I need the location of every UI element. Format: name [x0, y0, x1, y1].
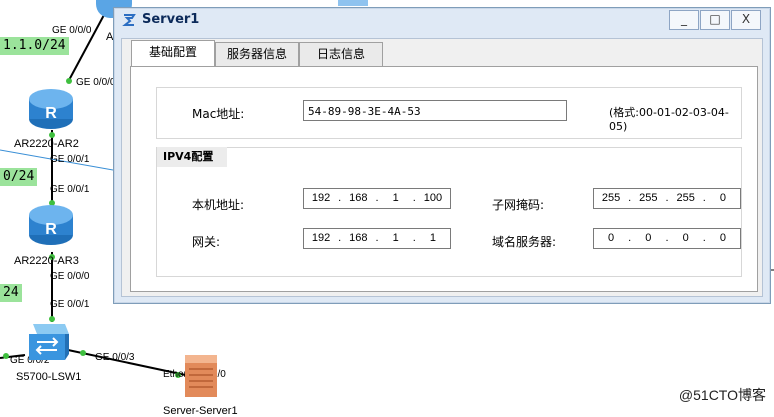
mac-group: Mac地址: 54-89-98-3E-4A-53 (格式:00-01-02-03… [156, 87, 742, 139]
ip-octet: 100 [423, 192, 443, 204]
router-icon[interactable]: R [27, 85, 75, 133]
octet-separator: . [628, 192, 632, 204]
gateway-octet: 168 [349, 232, 368, 244]
device-label: AR2220-AR3 [14, 255, 79, 267]
network-label: 0/24 [0, 168, 38, 186]
server1-window[interactable]: Server1 _ □ X 基础配置 服务器信息 日志信息 Mac地址: 54-… [113, 7, 771, 304]
ip-address-label: 本机地址: [192, 198, 245, 212]
dns-octet: 0 [645, 232, 652, 244]
ip-address-field[interactable]: 192. 168. 1. 100 [303, 188, 451, 209]
mask-octet: 255 [639, 192, 658, 204]
octet-separator: . [412, 192, 416, 204]
mask-octet: 255 [676, 192, 695, 204]
port-label: GE 0/0/0 [50, 271, 90, 282]
ip-octet: 168 [349, 192, 368, 204]
watermark: @51CTO博客 [678, 387, 766, 403]
mac-address-field[interactable]: 54-89-98-3E-4A-53 [303, 100, 567, 121]
device-label: Server-Server1 [163, 405, 238, 417]
port-label: GE 0/0/0 [76, 77, 116, 88]
port-label: GE 0/0/1 [50, 299, 90, 310]
switch-icon[interactable] [25, 320, 71, 366]
tab-panel-basic-config: Mac地址: 54-89-98-3E-4A-53 (格式:00-01-02-03… [130, 66, 758, 292]
gateway-octet: 1 [392, 232, 399, 244]
link-status-dot [66, 78, 72, 84]
title-bar[interactable]: Server1 _ □ X [114, 8, 770, 32]
octet-separator: . [412, 232, 416, 244]
dns-server-label: 域名服务器: [492, 235, 557, 249]
ip-octet: 1 [392, 192, 399, 204]
octet-separator: . [375, 232, 379, 244]
mac-label: Mac地址: [192, 107, 245, 121]
minimize-button[interactable]: _ [669, 10, 699, 30]
gateway-octet: 192 [311, 232, 331, 244]
server-icon[interactable] [183, 353, 221, 399]
gateway-label: 网关: [192, 235, 221, 249]
port-label: GE 0/0/1 [50, 184, 90, 195]
octet-separator: . [702, 232, 706, 244]
device-icon[interactable] [338, 0, 368, 6]
window-title: Server1 [142, 12, 200, 27]
router-icon[interactable]: R [27, 201, 75, 249]
port-label: GE 0/0/1 [50, 154, 90, 165]
window-client-area: 基础配置 服务器信息 日志信息 Mac地址: 54-89-98-3E-4A-53… [121, 38, 763, 297]
device-label: S5700-LSW1 [16, 371, 82, 383]
ip-octet: 192 [311, 192, 331, 204]
octet-separator: . [375, 192, 379, 204]
octet-separator: . [702, 192, 706, 204]
svg-text:R: R [45, 221, 57, 238]
ipv4-section-header: IPV4配置 [157, 147, 227, 167]
mask-octet: 255 [601, 192, 621, 204]
octet-separator: . [628, 232, 632, 244]
octet-separator: . [665, 232, 669, 244]
gateway-field[interactable]: 192. 168. 1. 1 [303, 228, 451, 249]
dns-octet: 0 [719, 232, 726, 244]
app-icon [122, 14, 136, 26]
octet-separator: . [338, 232, 342, 244]
gateway-octet: 1 [429, 232, 436, 244]
svg-text:R: R [45, 105, 57, 122]
device-label: AR2220-AR2 [14, 138, 79, 150]
dns-server-field[interactable]: 0. 0. 0. 0 [593, 228, 741, 249]
network-label: 1.1.0/24 [0, 37, 69, 55]
maximize-button[interactable]: □ [700, 10, 730, 30]
tab-basic-config[interactable]: 基础配置 [131, 40, 215, 67]
link-status-dot [3, 353, 9, 359]
dns-octet: 0 [607, 232, 615, 244]
mask-octet: 0 [719, 192, 726, 204]
tab-server-info[interactable]: 服务器信息 [215, 42, 299, 66]
port-label: GE 0/0/3 [95, 352, 135, 363]
network-label: 24 [0, 284, 22, 302]
mac-format-hint: (格式:00-01-02-03-04-05) [609, 106, 729, 133]
port-label: GE 0/0/0 [52, 25, 92, 36]
tab-log-info[interactable]: 日志信息 [299, 42, 383, 66]
dns-octet: 0 [682, 232, 689, 244]
subnet-mask-label: 子网掩码: [492, 198, 545, 212]
ipv4-group: IPV4配置 本机地址: 192. 168. 1. 100 子网掩码: 255.… [156, 147, 742, 277]
close-button[interactable]: X [731, 10, 761, 30]
link-status-dot [80, 350, 86, 356]
subnet-mask-field[interactable]: 255. 255. 255. 0 [593, 188, 741, 209]
octet-separator: . [338, 192, 342, 204]
octet-separator: . [665, 192, 669, 204]
